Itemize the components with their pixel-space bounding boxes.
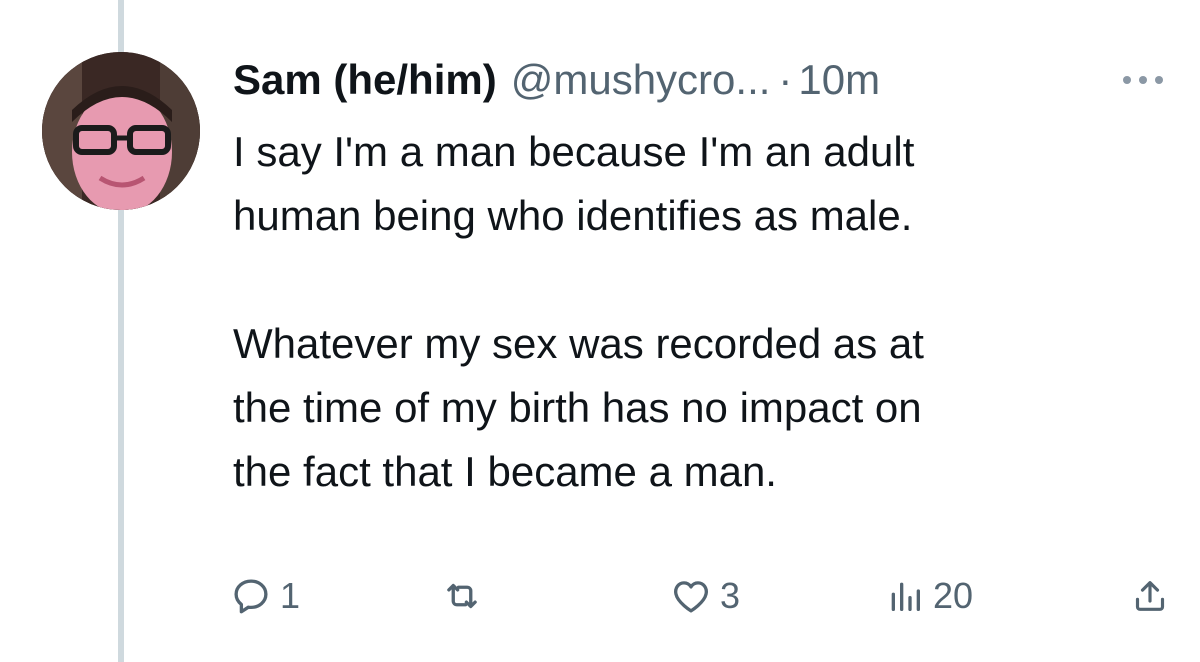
views-count: 20: [933, 575, 974, 616]
like-button[interactable]: 3: [670, 566, 740, 626]
reply-count: 1: [280, 575, 301, 616]
views-button[interactable]: 20: [885, 566, 973, 626]
more-options-button[interactable]: [1108, 60, 1178, 100]
tweet-paragraph: I say I'm a man because I'm an adult hum…: [233, 128, 915, 239]
tweet-header: Sam (he/him) @mushycro... · 10m: [233, 52, 880, 108]
tweet-text: I say I'm a man because I'm an adult hum…: [233, 120, 1173, 504]
avatar[interactable]: [42, 52, 200, 210]
share-button[interactable]: [1130, 566, 1178, 626]
header-separator: ·: [778, 56, 793, 103]
tweet-actions: 1 3 20: [230, 566, 1180, 626]
reply-button[interactable]: 1: [230, 566, 300, 626]
heart-icon: [674, 581, 708, 613]
views-icon: [891, 582, 920, 611]
tweet[interactable]: Sam (he/him) @mushycro... · 10m I say I'…: [0, 0, 1200, 662]
retweet-icon: [447, 583, 477, 609]
timestamp[interactable]: 10m: [798, 52, 880, 108]
like-count: 3: [720, 575, 741, 616]
tweet-paragraph: Whatever my sex was recorded as at the t…: [233, 320, 924, 495]
user-handle[interactable]: @mushycro...: [511, 52, 771, 108]
more-horizontal-icon: [1123, 76, 1163, 84]
retweet-button[interactable]: [440, 566, 492, 626]
share-icon: [1135, 581, 1165, 611]
reply-icon: [234, 579, 268, 614]
display-name[interactable]: Sam (he/him): [233, 52, 497, 108]
